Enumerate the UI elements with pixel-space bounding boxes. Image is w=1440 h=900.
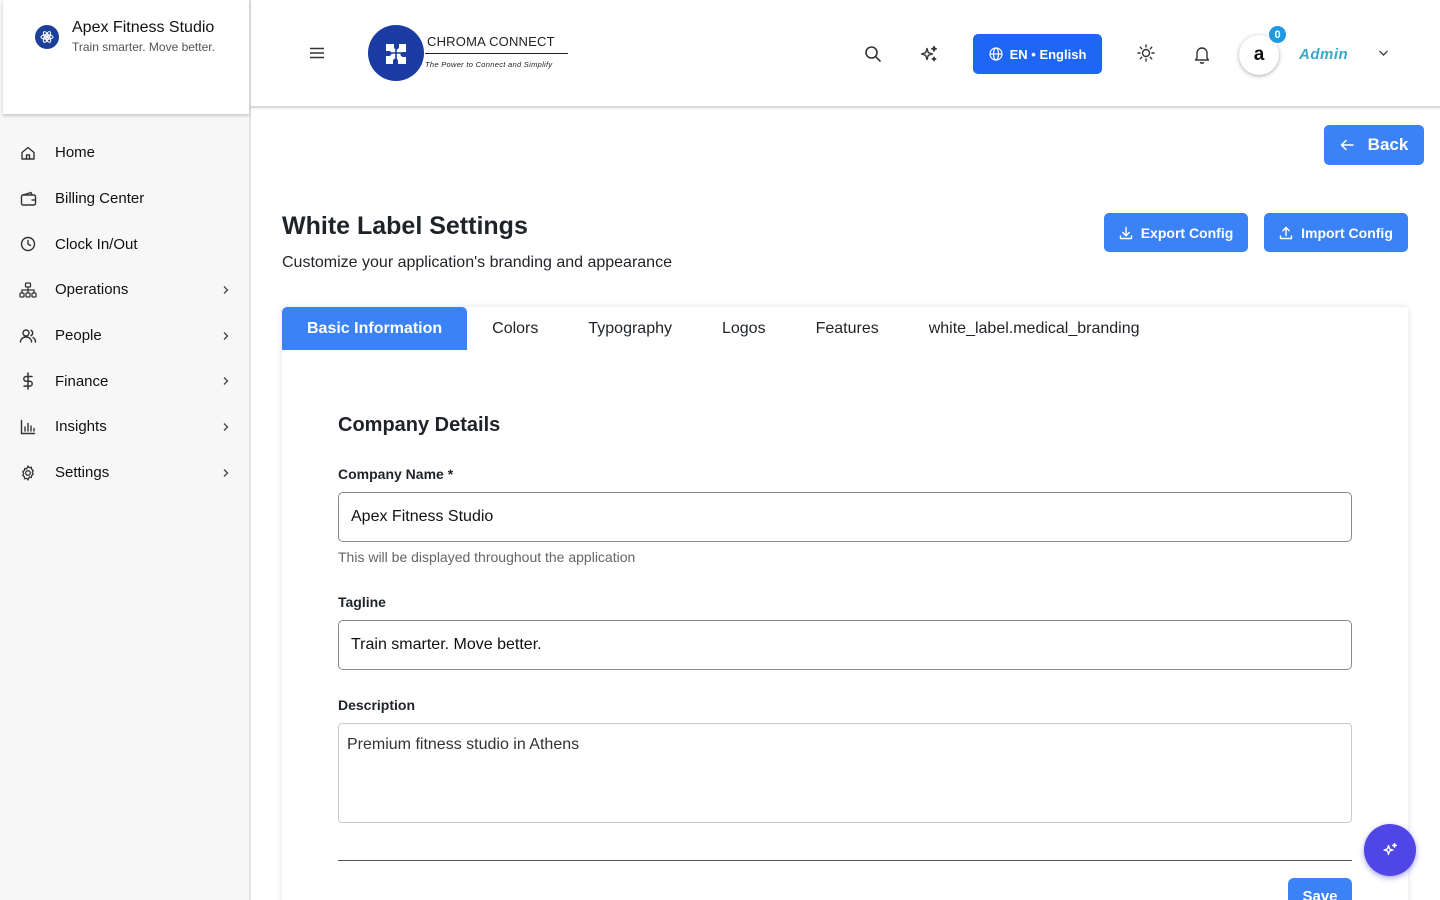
- language-label: EN • English: [1009, 46, 1087, 62]
- tagline-label: Tagline: [338, 594, 386, 610]
- sidebar-nav: Home Billing Center Clock In/Out Operati…: [0, 130, 249, 496]
- upload-icon: [1279, 226, 1293, 240]
- users-icon: [19, 327, 37, 345]
- ai-assistant-button[interactable]: [1364, 824, 1416, 876]
- home-icon: [19, 144, 37, 162]
- sidebar: Apex Fitness Studio Train smarter. Move …: [0, 0, 251, 900]
- section-title: Company Details: [338, 414, 501, 436]
- sidebar-item-label: Operations: [55, 281, 129, 299]
- tab-colors[interactable]: Colors: [467, 307, 563, 350]
- sun-icon[interactable]: [1136, 43, 1156, 63]
- brand-header: Apex Fitness Studio Train smarter. Move …: [3, 0, 249, 114]
- import-config-button[interactable]: Import Config: [1264, 213, 1408, 252]
- chevron-right-icon: [219, 420, 233, 434]
- save-button[interactable]: Save: [1288, 878, 1352, 900]
- bar-chart-icon: [19, 418, 37, 436]
- company-name-label: Company Name *: [338, 466, 454, 482]
- sidebar-item-label: People: [55, 327, 102, 345]
- tagline-input[interactable]: [338, 620, 1352, 670]
- notification-badge: 0: [1268, 25, 1287, 44]
- sidebar-item-label: Clock In/Out: [55, 235, 138, 253]
- sidebar-item-label: Finance: [55, 372, 109, 390]
- tab-logos[interactable]: Logos: [697, 307, 791, 350]
- sidebar-item-label: Home: [55, 144, 96, 162]
- logo-subtitle: The Power to Connect and Simplify: [425, 60, 553, 69]
- sidebar-item-label: Insights: [55, 418, 107, 436]
- gear-icon: [19, 464, 37, 482]
- form-divider: [338, 860, 1352, 861]
- tab-medical-branding[interactable]: white_label.medical_branding: [904, 307, 1165, 350]
- sidebar-item-people[interactable]: People: [0, 313, 249, 359]
- back-button[interactable]: Back: [1324, 125, 1424, 165]
- sitemap-icon: [19, 281, 37, 299]
- description-textarea[interactable]: Premium fitness studio in Athens: [338, 723, 1352, 823]
- company-name-input[interactable]: [338, 492, 1352, 542]
- search-icon[interactable]: [863, 44, 883, 64]
- top-header: CHROMA CONNECT The Power to Connect and …: [251, 0, 1440, 108]
- logo-title: CHROMA CONNECT: [427, 34, 555, 49]
- chevron-down-icon[interactable]: [1376, 46, 1390, 60]
- user-name[interactable]: Admin: [1299, 46, 1348, 63]
- export-config-button[interactable]: Export Config: [1104, 213, 1248, 252]
- chevron-right-icon: [219, 283, 233, 297]
- sparkles-icon[interactable]: [919, 44, 939, 64]
- sidebar-item-billing-center[interactable]: Billing Center: [0, 176, 249, 222]
- atom-icon: [35, 25, 59, 49]
- tab-basic-information[interactable]: Basic Information: [282, 307, 468, 350]
- chevron-right-icon: [219, 329, 233, 343]
- description-label: Description: [338, 697, 416, 713]
- wallet-icon: [19, 190, 37, 208]
- dollar-icon: [19, 372, 37, 391]
- bell-icon[interactable]: [1192, 44, 1212, 64]
- menu-icon[interactable]: [308, 44, 326, 62]
- tab-typography[interactable]: Typography: [563, 307, 697, 350]
- sidebar-item-label: Billing Center: [55, 190, 145, 208]
- arrow-left-icon: [1340, 139, 1354, 151]
- sparkles-icon: [1382, 842, 1398, 858]
- chevron-right-icon: [219, 374, 233, 388]
- chevron-right-icon: [219, 466, 233, 480]
- puzzle-icon: [368, 25, 424, 81]
- company-name-helper: This will be displayed throughout the ap…: [338, 549, 636, 565]
- import-label: Import Config: [1301, 224, 1393, 241]
- sidebar-item-home[interactable]: Home: [0, 130, 249, 176]
- globe-icon: [989, 47, 1003, 61]
- clock-icon: [19, 235, 37, 253]
- brand-name: Apex Fitness Studio: [72, 19, 215, 36]
- sidebar-item-finance[interactable]: Finance: [0, 358, 249, 404]
- logo-divider: [425, 53, 568, 54]
- company-logo[interactable]: CHROMA CONNECT The Power to Connect and …: [368, 24, 578, 82]
- sidebar-item-label: Settings: [55, 464, 110, 482]
- export-label: Export Config: [1140, 224, 1234, 241]
- page-title: White Label Settings: [282, 212, 528, 240]
- tab-features[interactable]: Features: [791, 307, 904, 350]
- download-icon: [1119, 226, 1133, 240]
- language-button[interactable]: EN • English: [973, 34, 1102, 74]
- sidebar-item-insights[interactable]: Insights: [0, 404, 249, 450]
- sidebar-item-clock-in-out[interactable]: Clock In/Out: [0, 221, 249, 267]
- sidebar-item-operations[interactable]: Operations: [0, 267, 249, 313]
- back-label: Back: [1367, 135, 1409, 154]
- settings-tabs: Basic Information Colors Typography Logo…: [282, 307, 1165, 350]
- brand-tagline: Train smarter. Move better.: [72, 40, 215, 54]
- page-subtitle: Customize your application's branding an…: [282, 254, 672, 271]
- sidebar-item-settings[interactable]: Settings: [0, 450, 249, 496]
